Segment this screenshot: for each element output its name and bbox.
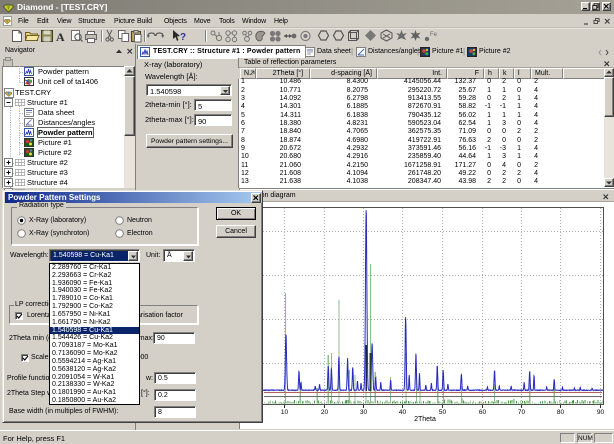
svg-text:10: 10 xyxy=(281,409,289,416)
svg-text:90: 90 xyxy=(597,409,605,416)
svg-text:60: 60 xyxy=(479,409,487,416)
svg-text:40: 40 xyxy=(399,409,407,416)
svg-text:2Theta: 2Theta xyxy=(414,416,436,423)
svg-text:50: 50 xyxy=(439,409,447,416)
svg-text:30: 30 xyxy=(360,409,368,416)
svg-text:70: 70 xyxy=(518,409,526,416)
svg-text:20: 20 xyxy=(321,409,329,416)
svg-text:80: 80 xyxy=(557,409,565,416)
